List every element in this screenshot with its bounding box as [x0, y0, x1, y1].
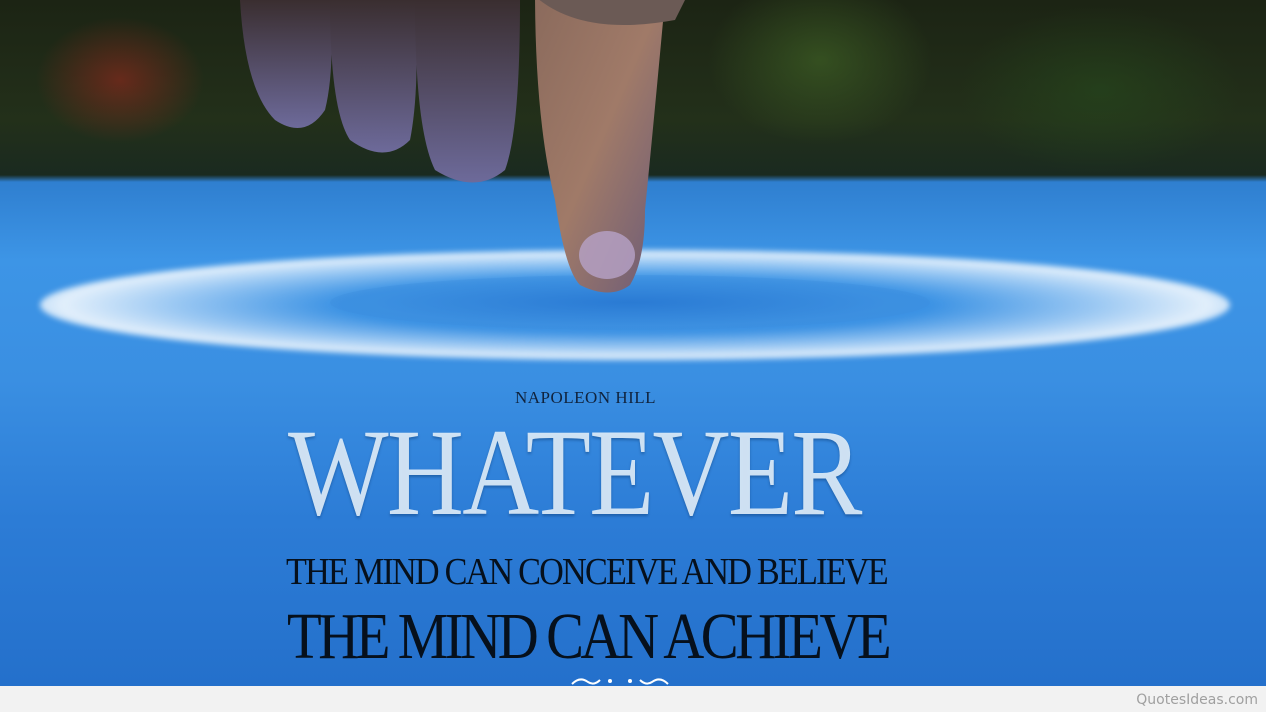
- wallpaper: NAPOLEON HILL WHATEVER THE MIND CAN CONC…: [0, 0, 1266, 712]
- quote-line-one: THE MIND CAN CONCEIVE AND BELIEVE: [286, 551, 889, 593]
- flourish-ornament-icon: [571, 678, 669, 685]
- quote-headline: WHATEVER: [288, 404, 862, 541]
- pointing-hand-image: [240, 0, 685, 293]
- background-photo: NAPOLEON HILL WHATEVER THE MIND CAN CONC…: [0, 0, 1266, 686]
- quote-line-two: THE MIND CAN ACHIEVE: [287, 600, 892, 673]
- footer-bar: [0, 686, 1266, 712]
- site-watermark: QuotesIdeas.com: [1136, 692, 1258, 708]
